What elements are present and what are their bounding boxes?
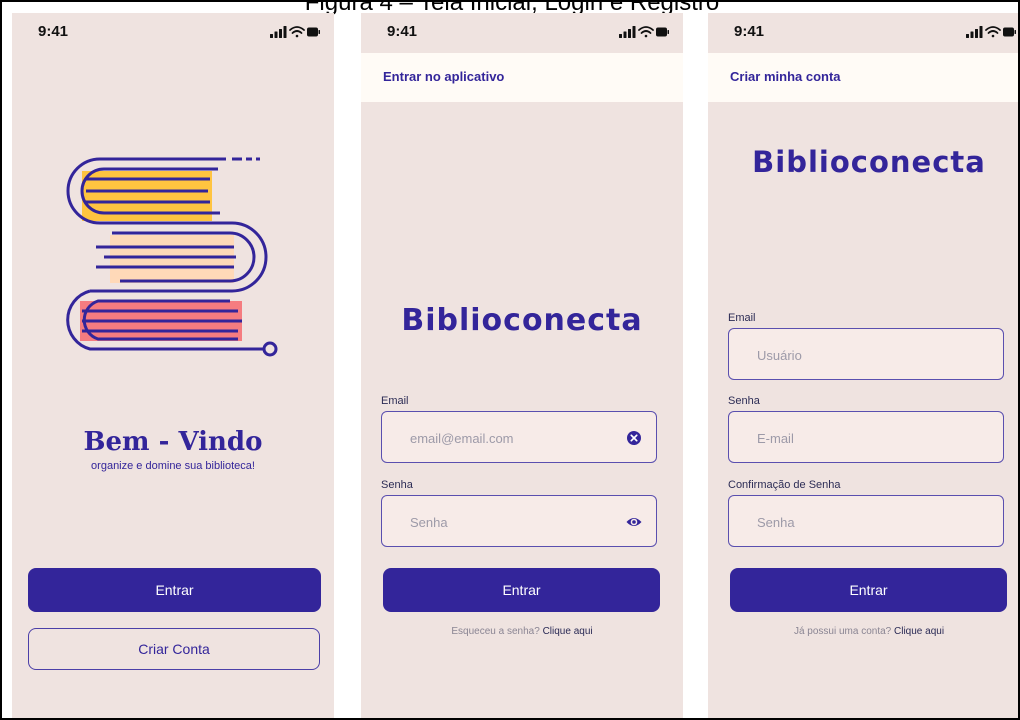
email-label: Email (381, 395, 409, 407)
header-bar: Entrar no aplicativo (361, 53, 683, 102)
confirm-password-label: Confirmação de Senha (728, 479, 841, 491)
wifi-icon (638, 26, 654, 38)
status-icons (966, 25, 1016, 39)
password-label: Senha (728, 395, 760, 407)
wifi-icon (985, 26, 1001, 38)
email-input-box (381, 411, 657, 464)
confirm-password-input-box (728, 495, 1004, 548)
forgot-password-line: Esqueceu a senha? Clique aqui (361, 626, 683, 637)
status-icons (270, 25, 320, 39)
register-screen: 9:41 Criar minha conta Biblioconecta Ema… (708, 13, 1018, 718)
status-bar: 9:41 (708, 13, 1018, 51)
header-title: Criar minha conta (730, 69, 841, 84)
signal-icon (619, 26, 636, 38)
clear-input-icon[interactable] (626, 430, 642, 446)
login-screen: 9:41 Entrar no aplicativo Biblioconecta … (361, 13, 683, 718)
login-link[interactable]: Clique aqui (894, 626, 944, 637)
battery-icon (1003, 27, 1016, 37)
brand-title: Biblioconecta (401, 303, 643, 338)
battery-icon (307, 27, 320, 37)
eye-icon[interactable] (626, 514, 642, 530)
status-time: 9:41 (38, 23, 69, 40)
create-account-button[interactable]: Criar Conta (28, 628, 320, 670)
submit-button[interactable]: Entrar (383, 568, 660, 612)
email-input[interactable] (755, 412, 959, 464)
book-peach-fill (110, 235, 234, 283)
have-account-line: Já possui uma conta? Clique aqui (708, 626, 1018, 637)
signal-icon (270, 26, 287, 38)
login-button[interactable]: Entrar (28, 568, 321, 612)
status-bar: 9:41 (361, 13, 683, 51)
battery-icon (656, 27, 669, 37)
password-input-box (728, 411, 1004, 464)
username-input[interactable] (755, 329, 959, 381)
password-input[interactable] (408, 496, 612, 548)
welcome-subtitle: organize e domine sua biblioteca! (91, 460, 255, 472)
email-input-box (728, 328, 1004, 381)
status-icons (619, 25, 669, 39)
brand-title: Biblioconecta (752, 145, 986, 179)
figure-page: Figura 4 – Tela Inicial, Login e Registr… (0, 0, 1020, 720)
submit-button[interactable]: Entrar (730, 568, 1007, 612)
welcome-screen: 9:41 Bem - Vindo organize e domine sua b… (12, 13, 334, 718)
status-bar: 9:41 (12, 13, 334, 51)
confirm-password-input[interactable] (755, 496, 959, 548)
have-account-text: Já possui uma conta? (793, 626, 892, 637)
header-bar: Criar minha conta (708, 53, 1018, 102)
status-time: 9:41 (734, 23, 765, 40)
wifi-icon (289, 26, 305, 38)
password-input-box (381, 495, 657, 548)
signal-icon (966, 26, 983, 38)
status-time: 9:41 (387, 23, 418, 40)
forgot-password-text: Esqueceu a senha? (451, 626, 540, 637)
email-label: Email (728, 312, 756, 324)
stacked-books-illustration (66, 157, 278, 357)
email-input[interactable] (408, 412, 612, 464)
forgot-password-link[interactable]: Clique aqui (543, 626, 593, 637)
bookmark-ring (262, 341, 278, 357)
header-title: Entrar no aplicativo (383, 69, 505, 84)
welcome-title: Bem - Vindo (83, 427, 263, 457)
password-label: Senha (381, 479, 413, 491)
